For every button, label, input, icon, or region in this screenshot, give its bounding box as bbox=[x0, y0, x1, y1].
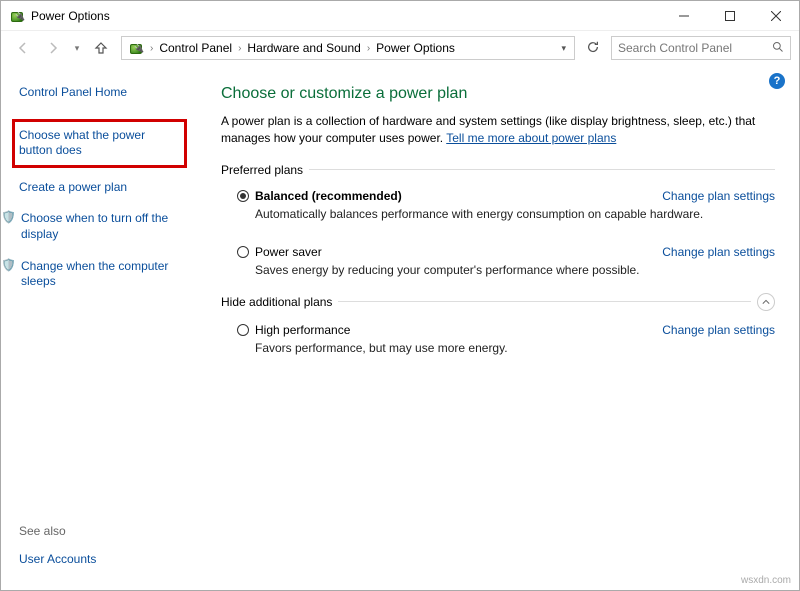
plan-high-performance-desc: Favors performance, but may use more ene… bbox=[255, 341, 775, 355]
breadcrumb[interactable]: › Control Panel › Hardware and Sound › P… bbox=[121, 36, 575, 60]
collapse-additional-button[interactable] bbox=[757, 293, 775, 311]
help-icon[interactable]: ? bbox=[769, 73, 785, 89]
breadcrumb-control-panel[interactable]: Control Panel bbox=[155, 41, 236, 55]
address-bar: ▾ › Control Panel › Hardware and Sound ›… bbox=[1, 31, 799, 65]
sidebar-turn-off-display[interactable]: 🛡️ Choose when to turn off the display bbox=[1, 207, 201, 246]
plan-balanced-desc: Automatically balances performance with … bbox=[255, 207, 775, 221]
recent-dropdown[interactable]: ▾ bbox=[69, 34, 85, 62]
maximize-button[interactable] bbox=[707, 1, 753, 30]
up-button[interactable] bbox=[87, 34, 115, 62]
plan-power-saver-name[interactable]: Power saver bbox=[255, 245, 322, 259]
page-description: A power plan is a collection of hardware… bbox=[221, 113, 775, 147]
breadcrumb-dropdown[interactable]: ▾ bbox=[555, 43, 572, 54]
page-heading: Choose or customize a power plan bbox=[221, 85, 775, 103]
hide-additional-label: Hide additional plans bbox=[221, 295, 332, 309]
power-options-icon bbox=[9, 8, 25, 24]
preferred-plans-label: Preferred plans bbox=[221, 163, 303, 177]
plan-high-performance: High performance Change plan settings Fa… bbox=[221, 315, 775, 363]
sidebar-turn-off-display-label: Choose when to turn off the display bbox=[21, 207, 193, 246]
plan-power-saver-desc: Saves energy by reducing your computer's… bbox=[255, 263, 775, 277]
plan-balanced-radio[interactable] bbox=[237, 190, 249, 202]
power-options-icon bbox=[128, 40, 144, 56]
content-area: Control Panel Home Choose what the power… bbox=[1, 65, 799, 590]
shield-icon: 🛡️ bbox=[1, 210, 15, 224]
plan-balanced: Balanced (recommended) Change plan setti… bbox=[221, 181, 775, 229]
minimize-button[interactable] bbox=[661, 1, 707, 30]
plan-high-performance-name[interactable]: High performance bbox=[255, 323, 350, 337]
main-panel: ? Choose or customize a power plan A pow… bbox=[201, 65, 799, 590]
plan-high-performance-radio[interactable] bbox=[237, 324, 249, 336]
sidebar-computer-sleeps-label: Change when the computer sleeps bbox=[21, 255, 193, 294]
hide-additional-header: Hide additional plans bbox=[221, 293, 775, 311]
sidebar-create-power-plan[interactable]: Create a power plan bbox=[19, 176, 201, 200]
plan-high-performance-change-settings[interactable]: Change plan settings bbox=[662, 323, 775, 337]
search-placeholder: Search Control Panel bbox=[618, 41, 772, 55]
titlebar: Power Options bbox=[1, 1, 799, 31]
plan-power-saver-radio[interactable] bbox=[237, 246, 249, 258]
back-button[interactable] bbox=[9, 34, 37, 62]
plan-balanced-name[interactable]: Balanced (recommended) bbox=[255, 189, 402, 203]
sidebar-choose-power-button[interactable]: Choose what the power button does bbox=[12, 119, 187, 168]
chevron-right-icon[interactable]: › bbox=[148, 43, 155, 54]
window-controls bbox=[661, 1, 799, 30]
sidebar-computer-sleeps[interactable]: 🛡️ Change when the computer sleeps bbox=[1, 255, 201, 294]
see-also-label: See also bbox=[19, 524, 102, 538]
refresh-button[interactable] bbox=[581, 40, 605, 57]
chevron-right-icon[interactable]: › bbox=[365, 43, 372, 54]
sidebar: Control Panel Home Choose what the power… bbox=[1, 65, 201, 590]
sidebar-control-panel-home[interactable]: Control Panel Home bbox=[19, 81, 201, 105]
search-input[interactable]: Search Control Panel bbox=[611, 36, 791, 60]
sidebar-see-also: See also User Accounts bbox=[19, 524, 102, 572]
plan-power-saver-change-settings[interactable]: Change plan settings bbox=[662, 245, 775, 259]
preferred-plans-header: Preferred plans bbox=[221, 163, 775, 177]
breadcrumb-power-options[interactable]: Power Options bbox=[372, 41, 459, 55]
forward-button[interactable] bbox=[39, 34, 67, 62]
chevron-right-icon[interactable]: › bbox=[236, 43, 243, 54]
learn-more-link[interactable]: Tell me more about power plans bbox=[446, 131, 616, 145]
search-icon[interactable] bbox=[772, 41, 784, 56]
close-button[interactable] bbox=[753, 1, 799, 30]
shield-icon: 🛡️ bbox=[1, 258, 15, 272]
breadcrumb-hardware-sound[interactable]: Hardware and Sound bbox=[243, 41, 364, 55]
plan-power-saver: Power saver Change plan settings Saves e… bbox=[221, 237, 775, 285]
watermark: wsxdn.com bbox=[741, 575, 791, 586]
window-title: Power Options bbox=[31, 9, 110, 23]
sidebar-user-accounts[interactable]: User Accounts bbox=[19, 548, 102, 572]
plan-balanced-change-settings[interactable]: Change plan settings bbox=[662, 189, 775, 203]
